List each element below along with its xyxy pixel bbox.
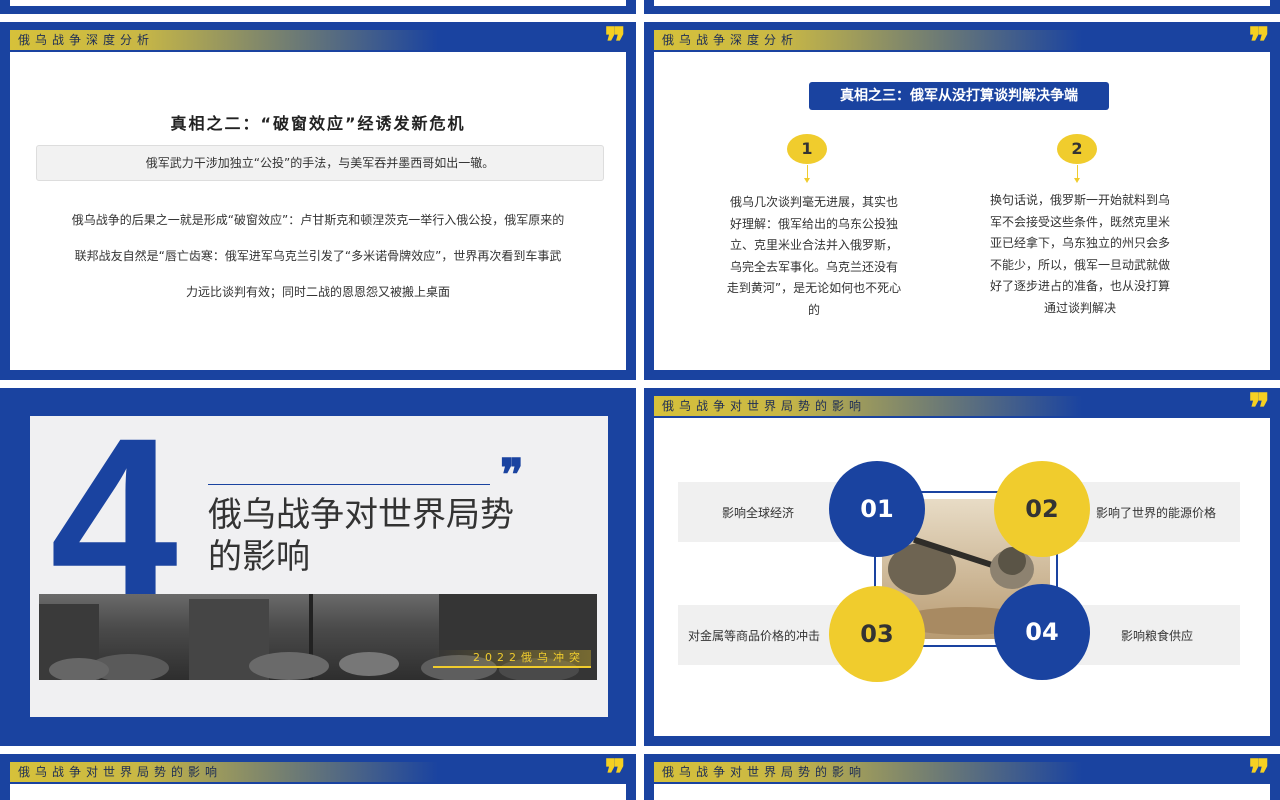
point-text-2: 换句话说，俄罗斯一开始就料到乌军不会接受这些条件，既然克里米亚已经拿下，乌东独立… [990,193,1171,315]
slide-thumbnail-1[interactable] [0,0,636,14]
quote-icon: ❞ [500,450,524,501]
point-text-1: 俄乌几次谈判毫无进展，其实也好理解：俄军给出的乌东公投独立、克里米业合法并入俄罗… [726,195,902,317]
slide-header: 俄乌战争对世界局势的影响 [10,762,438,782]
slide-title-badge: 真相之三：俄军从没打算谈判解决争端 [809,82,1109,110]
impact-label-3: 对金属等商品价格的冲击 [688,629,821,643]
slide-thumbnail-5[interactable]: 4 ❞ 俄乌战争对世界局势 的影响 2022俄乌冲突 [0,388,636,746]
slide-thumbnail-7[interactable]: 俄乌战争对世界局势的影响 ❞ [0,754,636,800]
slide-thumbnail-8[interactable]: 俄乌战争对世界局势的影响 ❞ [644,754,1280,800]
slide-thumbnail-4[interactable]: 俄乌战争深度分析 ❞ 真相之三：俄军从没打算谈判解决争端 1 俄乌几次谈判毫无进… [644,22,1280,380]
impact-bar-3: 对金属等商品价格的冲击 [678,605,848,665]
slide-thumbnail-6[interactable]: 俄乌战争对世界局势的影响 ❞ 影响全球经济 影响了世界的能源价格 对金属等商品价… [644,388,1280,746]
arrow-1 [804,165,810,183]
point-number-2: 2 [1057,134,1097,164]
impact-label-4: 影响粮食供应 [1121,629,1194,643]
slide-title: 真相之二：“破窗效应”经诱发新危机 [170,114,466,133]
summary-text: 俄军武力干涉加独立“公投”的手法，与美军吞并墨西哥如出一辙。 [145,156,495,170]
slide-header: 俄乌战争对世界局势的影响 [654,396,1082,416]
impact-label-1: 影响全球经济 [722,506,795,520]
photo-caption: 2022俄乌冲突 [433,650,591,668]
slide-header: 俄乌战争深度分析 [10,30,438,50]
impact-bar-1: 影响全球经济 [678,482,848,542]
slide-header: 俄乌战争对世界局势的影响 [654,762,1082,782]
impact-number-4: 04 [994,584,1090,680]
street-photo: 2022俄乌冲突 [39,594,597,680]
title-rule [208,484,490,485]
impact-bar-2: 影响了世界的能源价格 [1074,482,1240,542]
slide-thumbnail-2[interactable] [644,0,1280,14]
impact-number-1: 01 [829,461,925,557]
arrow-2 [1074,165,1080,183]
section-title-line1: 俄乌战争对世界局势 [208,495,514,535]
summary-box: 俄军武力干涉加独立“公投”的手法，与美军吞并墨西哥如出一辙。 [36,145,604,181]
body-text: 俄乌战争的后果之一就是形成“破窗效应”：卢甘斯克和顿涅茨克一举行入俄公投，俄军原… [71,213,565,299]
impact-number-3: 03 [829,586,925,682]
section-title-line2: 的影响 [208,537,310,577]
impact-number-2: 02 [994,461,1090,557]
point-number-1: 1 [787,134,827,164]
impact-label-2: 影响了世界的能源价格 [1096,506,1217,520]
impact-bar-4: 影响粮食供应 [1074,605,1240,665]
slide-header: 俄乌战争深度分析 [654,30,1082,50]
slide-thumbnail-3[interactable]: 俄乌战争深度分析 ❞ 真相之二：“破窗效应”经诱发新危机 俄军武力干涉加独立“公… [0,22,636,380]
